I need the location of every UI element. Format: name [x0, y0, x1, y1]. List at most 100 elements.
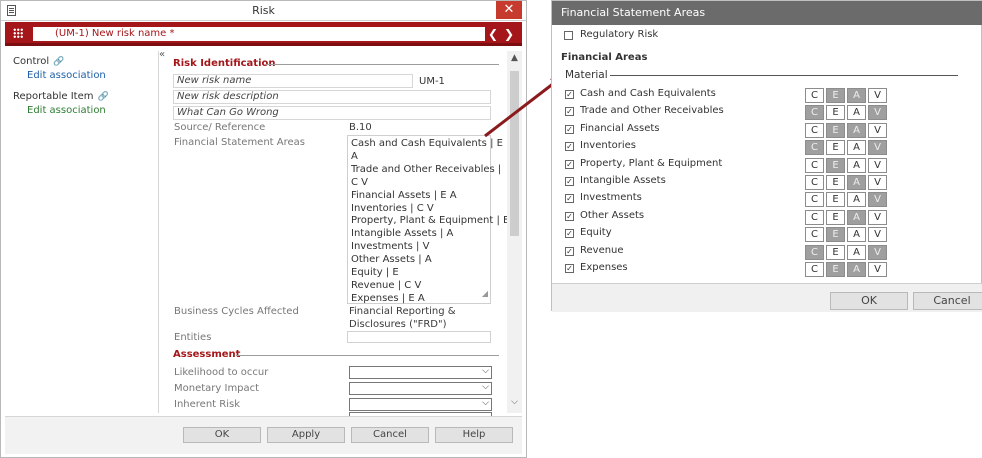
assertion-toggle-e[interactable]: E — [826, 105, 845, 120]
assertion-toggle-e[interactable]: E — [826, 262, 845, 277]
assertion-toggle-e[interactable]: E — [826, 158, 845, 173]
scroll-down-icon[interactable]: ⌵ — [509, 397, 520, 407]
assertion-toggle-a[interactable]: A — [847, 227, 866, 242]
assertion-toggle-a[interactable]: A — [847, 88, 866, 103]
fsa-line: Intangible Assets | A — [351, 228, 454, 240]
likelihood-select[interactable]: ⌵ — [349, 366, 492, 379]
assertion-toggle-e[interactable]: E — [826, 140, 845, 155]
assertion-toggle-c[interactable]: C — [805, 140, 824, 155]
financial-area-label: Investments — [580, 192, 642, 203]
assertion-toggle-a[interactable]: A — [847, 262, 866, 277]
financial-area-checkbox[interactable]: ✓ — [565, 125, 574, 134]
assertion-toggle-v[interactable]: V — [868, 192, 887, 207]
inherent-risk-select[interactable]: ⌵ — [349, 398, 492, 411]
dialog-cancel-button[interactable]: Cancel — [913, 292, 982, 310]
assertion-toggle-v[interactable]: V — [868, 105, 887, 120]
assertion-toggle-v[interactable]: V — [868, 262, 887, 277]
assertion-toggle-e[interactable]: E — [826, 123, 845, 138]
assertion-toggle-c[interactable]: C — [805, 88, 824, 103]
assertion-toggle-e[interactable]: E — [826, 227, 845, 242]
dialog-ok-button[interactable]: OK — [830, 292, 908, 310]
material-heading: Material — [565, 69, 608, 81]
risk-name-field[interactable]: New risk name — [173, 74, 413, 88]
financial-area-label: Property, Plant & Equipment — [580, 158, 723, 169]
fsa-line: Expenses | E A — [351, 292, 425, 304]
assertion-toggle-e[interactable]: E — [826, 210, 845, 225]
monetary-impact-select[interactable]: ⌵ — [349, 382, 492, 395]
assertion-toggle-c[interactable]: C — [805, 123, 824, 138]
assertion-toggle-e[interactable]: E — [826, 192, 845, 207]
assertion-toggle-a[interactable]: A — [847, 140, 866, 155]
financial-area-checkbox[interactable]: ✓ — [565, 107, 574, 116]
cancel-button[interactable]: Cancel — [351, 427, 429, 443]
regulatory-risk-checkbox[interactable] — [564, 31, 573, 40]
financial-area-label: Revenue — [580, 245, 624, 256]
previous-record-button[interactable]: ❮ — [487, 26, 499, 42]
next-record-button[interactable]: ❯ — [503, 26, 515, 42]
assertion-toggle-v[interactable]: V — [868, 210, 887, 225]
financial-area-checkbox[interactable]: ✓ — [565, 177, 574, 186]
financial-area-checkbox[interactable]: ✓ — [565, 90, 574, 99]
resize-grip-icon[interactable]: ◢ — [482, 288, 488, 301]
assertion-toggle-group: CEAV — [805, 245, 890, 260]
assertion-toggle-group: CEAV — [805, 105, 890, 120]
assertion-toggle-v[interactable]: V — [868, 123, 887, 138]
financial-area-label: Expenses — [580, 262, 628, 273]
link-icon: 🔗 — [97, 92, 109, 102]
control-edit-association-link[interactable]: Edit association — [27, 70, 106, 81]
assertion-toggle-e[interactable]: E — [826, 245, 845, 260]
assertion-toggle-a[interactable]: A — [847, 245, 866, 260]
assertion-toggle-v[interactable]: V — [868, 227, 887, 242]
financial-area-label: Intangible Assets — [580, 175, 666, 186]
fsa-line: Financial Assets | E A — [351, 189, 457, 201]
assertion-toggle-c[interactable]: C — [805, 262, 824, 277]
assertion-toggle-v[interactable]: V — [868, 245, 887, 260]
financial-area-label: Financial Assets — [580, 123, 660, 134]
financial-area-checkbox[interactable]: ✓ — [565, 194, 574, 203]
assertion-toggle-v[interactable]: V — [868, 175, 887, 190]
financial-area-checkbox[interactable]: ✓ — [565, 212, 574, 221]
financial-area-checkbox[interactable]: ✓ — [565, 142, 574, 151]
assertion-toggle-a[interactable]: A — [847, 175, 866, 190]
assertion-toggle-c[interactable]: C — [805, 105, 824, 120]
assertion-toggle-c[interactable]: C — [805, 245, 824, 260]
assertion-toggle-v[interactable]: V — [868, 140, 887, 155]
financial-area-checkbox[interactable]: ✓ — [565, 160, 574, 169]
assertion-toggle-c[interactable]: C — [805, 175, 824, 190]
apply-button[interactable]: Apply — [267, 427, 345, 443]
assertion-toggle-c[interactable]: C — [805, 227, 824, 242]
assertion-toggle-c[interactable]: C — [805, 192, 824, 207]
financial-statement-areas-field[interactable]: Cash and Cash Equivalents | E A Trade an… — [347, 135, 510, 304]
risk-description-field[interactable]: New risk description — [173, 90, 491, 104]
assertion-toggle-a[interactable]: A — [847, 158, 866, 173]
entities-field[interactable] — [347, 331, 491, 343]
material-divider — [610, 75, 958, 76]
assertion-toggle-c[interactable]: C — [805, 158, 824, 173]
assertion-toggle-v[interactable]: V — [868, 158, 887, 173]
financial-area-checkbox[interactable]: ✓ — [565, 229, 574, 238]
assertion-toggle-e[interactable]: E — [826, 175, 845, 190]
reportable-item-edit-association-link[interactable]: Edit association — [27, 105, 106, 116]
financial-area-checkbox[interactable]: ✓ — [565, 247, 574, 256]
collapse-panel-button[interactable]: « — [159, 49, 165, 60]
assertion-toggle-a[interactable]: A — [847, 192, 866, 207]
ok-button[interactable]: OK — [183, 427, 261, 443]
what-can-go-wrong-field[interactable]: What Can Go Wrong — [173, 106, 491, 120]
business-cycles-value-line1: Financial Reporting & — [349, 306, 456, 317]
fsa-line: Property, Plant & Equipment | E — [351, 215, 510, 227]
fsa-line: Revenue | C V — [351, 279, 422, 291]
assertion-toggle-a[interactable]: A — [847, 105, 866, 120]
assertion-toggle-e[interactable]: E — [826, 88, 845, 103]
risk-titlebar: Risk ✕ — [1, 1, 526, 21]
close-button[interactable]: ✕ — [496, 1, 522, 19]
scroll-up-icon[interactable]: ▲ — [509, 53, 520, 63]
grid-menu-icon[interactable] — [13, 28, 23, 38]
fsa-line: Other Assets | A — [351, 254, 432, 266]
financial-area-checkbox[interactable]: ✓ — [565, 264, 574, 273]
help-button[interactable]: Help — [435, 427, 513, 443]
assertion-toggle-v[interactable]: V — [868, 88, 887, 103]
assertion-toggle-a[interactable]: A — [847, 210, 866, 225]
assertion-toggle-c[interactable]: C — [805, 210, 824, 225]
assertion-toggle-group: CEAV — [805, 158, 890, 173]
assertion-toggle-a[interactable]: A — [847, 123, 866, 138]
